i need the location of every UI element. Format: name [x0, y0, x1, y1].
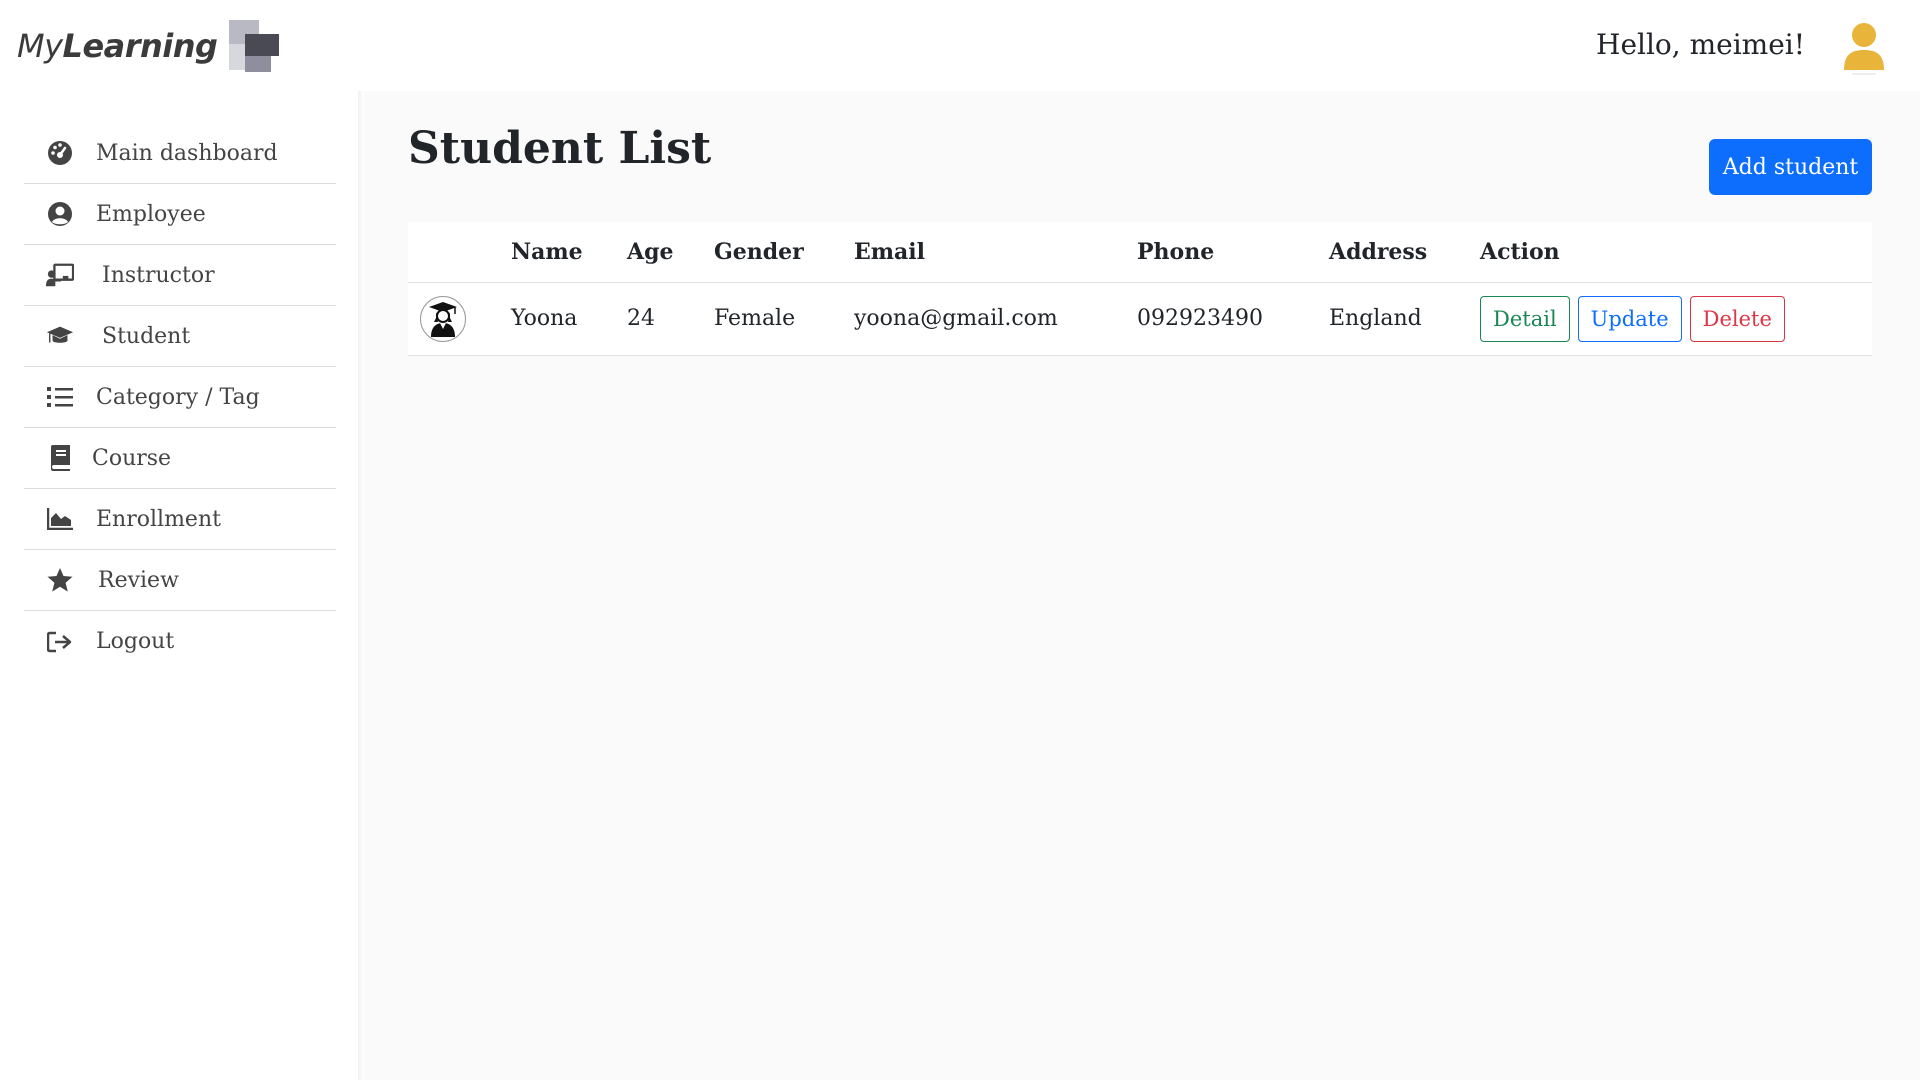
- header-phone: Phone: [1137, 222, 1329, 283]
- student-gender: Female: [714, 282, 854, 356]
- table-row: Yoona 24 Female yoona@gmail.com 09292349…: [408, 282, 1872, 356]
- student-phone: 092923490: [1137, 282, 1329, 356]
- header-address: Address: [1329, 222, 1480, 283]
- student-graduate-icon: [420, 295, 466, 342]
- add-student-button[interactable]: Add student: [1709, 139, 1872, 195]
- sidebar-item-logout[interactable]: Logout: [24, 611, 336, 672]
- student-actions: Detail Update Delete: [1480, 282, 1872, 356]
- top-header: MyLearning Hello, meimei!: [0, 0, 1920, 91]
- table-header-row: Name Age Gender Email Phone Address Acti…: [408, 222, 1872, 283]
- main-content: Student List Add student Name Age Gender…: [364, 91, 1920, 1080]
- graduation-cap-icon: [46, 322, 74, 350]
- header-name: Name: [511, 222, 627, 283]
- student-age: 24: [627, 282, 714, 356]
- star-icon: [46, 566, 74, 594]
- sidebar-item-enrollment[interactable]: Enrollment: [24, 489, 336, 550]
- sidebar-item-label: Employee: [96, 201, 206, 227]
- sidebar-item-label: Logout: [96, 629, 175, 654]
- sidebar-item-label: Course: [92, 445, 172, 471]
- sidebar-item-employee[interactable]: Employee: [24, 184, 336, 245]
- sidebar-item-label: Instructor: [102, 262, 215, 288]
- user-icon[interactable]: [1840, 20, 1888, 76]
- chalkboard-teacher-icon: [46, 261, 74, 289]
- delete-button[interactable]: Delete: [1689, 295, 1785, 342]
- sidebar-item-main-dashboard[interactable]: Main dashboard: [24, 123, 336, 184]
- student-table-container: Name Age Gender Email Phone Address Acti…: [408, 222, 1872, 356]
- detail-button[interactable]: Detail: [1480, 295, 1570, 342]
- area-chart-icon: [46, 505, 74, 533]
- logo-squares-icon: [223, 18, 280, 74]
- action-buttons: Detail Update Delete: [1480, 295, 1872, 342]
- update-button[interactable]: Update: [1577, 295, 1682, 342]
- greeting-text: Hello, meimei!: [1596, 28, 1805, 61]
- list-icon: [46, 383, 74, 411]
- sidebar-item-category-tag[interactable]: Category / Tag: [24, 367, 336, 428]
- header-age: Age: [627, 222, 714, 283]
- sidebar-item-label: Student: [102, 323, 191, 349]
- app-logo[interactable]: MyLearning: [17, 18, 280, 74]
- header-action: Action: [1480, 222, 1872, 283]
- sign-out-icon: [46, 628, 74, 656]
- logo-text: MyLearning: [17, 27, 218, 65]
- student-name: Yoona: [511, 282, 627, 356]
- student-avatar-cell: [408, 282, 511, 356]
- header-gender: Gender: [714, 222, 854, 283]
- header-email: Email: [854, 222, 1137, 283]
- sidebar-item-review[interactable]: Review: [24, 550, 336, 611]
- book-icon: [46, 444, 74, 472]
- page-title: Student List: [408, 123, 712, 174]
- student-email: yoona@gmail.com: [854, 282, 1137, 356]
- sidebar-item-label: Review: [98, 567, 179, 593]
- sidebar-item-course[interactable]: Course: [24, 428, 336, 489]
- user-circle-icon: [46, 200, 74, 228]
- student-table: Name Age Gender Email Phone Address Acti…: [408, 222, 1872, 356]
- sidebar-item-instructor[interactable]: Instructor: [24, 245, 336, 306]
- sidebar-nav: Main dashboard Employee Instructor Stude…: [24, 123, 336, 672]
- sidebar-item-label: Category / Tag: [96, 384, 260, 410]
- student-address: England: [1329, 282, 1480, 356]
- sidebar-item-label: Enrollment: [96, 506, 221, 532]
- sidebar-item-label: Main dashboard: [96, 140, 278, 166]
- sidebar-item-student[interactable]: Student: [24, 306, 336, 367]
- header-avatar: [408, 222, 511, 283]
- dashboard-gauge-icon: [46, 139, 74, 167]
